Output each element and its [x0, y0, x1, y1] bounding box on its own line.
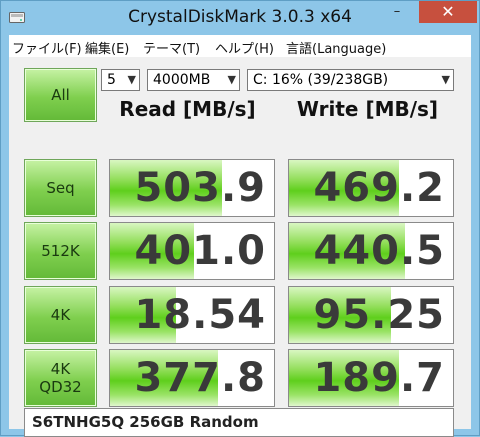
client-area: ファイル(F) 編集(E) テーマ(T) ヘルプ(H) 言語(Language)…	[9, 35, 471, 437]
seq-read-result: 503.9	[109, 159, 275, 217]
4k-qd32-write-result: 189.7	[288, 349, 454, 407]
512k-write-result: 440.5	[288, 222, 454, 280]
minimize-button[interactable]: –	[382, 1, 412, 23]
512k-write-value: 440.5	[313, 228, 445, 274]
menu-help[interactable]: ヘルプ(H)	[215, 38, 274, 57]
drive-select[interactable]: C: 16% (39/238GB) ▼	[247, 69, 454, 91]
write-header: Write [MB/s]	[296, 97, 439, 121]
test-count-select[interactable]: 5 ▼	[101, 69, 140, 91]
seq-read-value: 503.9	[134, 165, 266, 211]
4k-qd32-read-value: 377.8	[134, 355, 266, 401]
4k-qd32-button-label: 4K	[50, 360, 71, 378]
4k-read-value: 18.54	[134, 292, 266, 338]
menu-theme[interactable]: テーマ(T)	[143, 38, 200, 57]
menu-bar: ファイル(F) 編集(E) テーマ(T) ヘルプ(H) 言語(Language)	[9, 35, 471, 57]
4k-qd32-button[interactable]: 4K QD32	[24, 349, 97, 407]
512k-read-result: 401.0	[109, 222, 275, 280]
read-header: Read [MB/s]	[119, 97, 256, 121]
chevron-down-icon: ▼	[127, 73, 136, 86]
512k-button[interactable]: 512K	[24, 222, 97, 280]
4k-button[interactable]: 4K	[24, 286, 97, 344]
4k-qd32-write-value: 189.7	[313, 355, 445, 401]
512k-button-label: 512K	[41, 242, 80, 260]
seq-button[interactable]: Seq	[24, 159, 97, 217]
seq-write-value: 469.2	[313, 165, 445, 211]
chevron-down-icon: ▼	[441, 73, 450, 86]
4k-qd32-read-result: 377.8	[109, 349, 275, 407]
menu-file[interactable]: ファイル(F)	[12, 38, 82, 57]
drive-value: C: 16% (39/238GB)	[253, 72, 389, 88]
main-panel: All 5 ▼ 4000MB ▼ C: 16% (39/238GB) ▼ Rea…	[9, 57, 471, 437]
close-button[interactable]: ✕	[419, 1, 477, 23]
test-size-select[interactable]: 4000MB ▼	[147, 69, 240, 91]
seq-button-label: Seq	[46, 179, 75, 197]
4k-read-result: 18.54	[109, 286, 275, 344]
chevron-down-icon: ▼	[227, 73, 236, 86]
all-button-label: All	[51, 86, 70, 104]
menu-edit[interactable]: 編集(E)	[85, 38, 129, 57]
seq-write-result: 469.2	[288, 159, 454, 217]
4k-button-label: 4K	[50, 306, 71, 324]
app-window: CrystalDiskMark 3.0.3 x64 – □ ✕ ファイル(F) …	[0, 0, 480, 437]
4k-write-value: 95.25	[313, 292, 445, 338]
menu-language[interactable]: 言語(Language)	[286, 38, 386, 57]
test-size-value: 4000MB	[153, 72, 211, 88]
4k-qd32-button-sublabel: QD32	[39, 378, 82, 396]
512k-read-value: 401.0	[134, 228, 266, 274]
4k-write-result: 95.25	[288, 286, 454, 344]
comment-field[interactable]: S6TNHG5Q 256GB Random	[24, 408, 454, 437]
all-button[interactable]: All	[24, 68, 97, 122]
test-count-value: 5	[107, 72, 116, 88]
title-bar[interactable]: CrystalDiskMark 3.0.3 x64 – □ ✕	[1, 1, 479, 35]
